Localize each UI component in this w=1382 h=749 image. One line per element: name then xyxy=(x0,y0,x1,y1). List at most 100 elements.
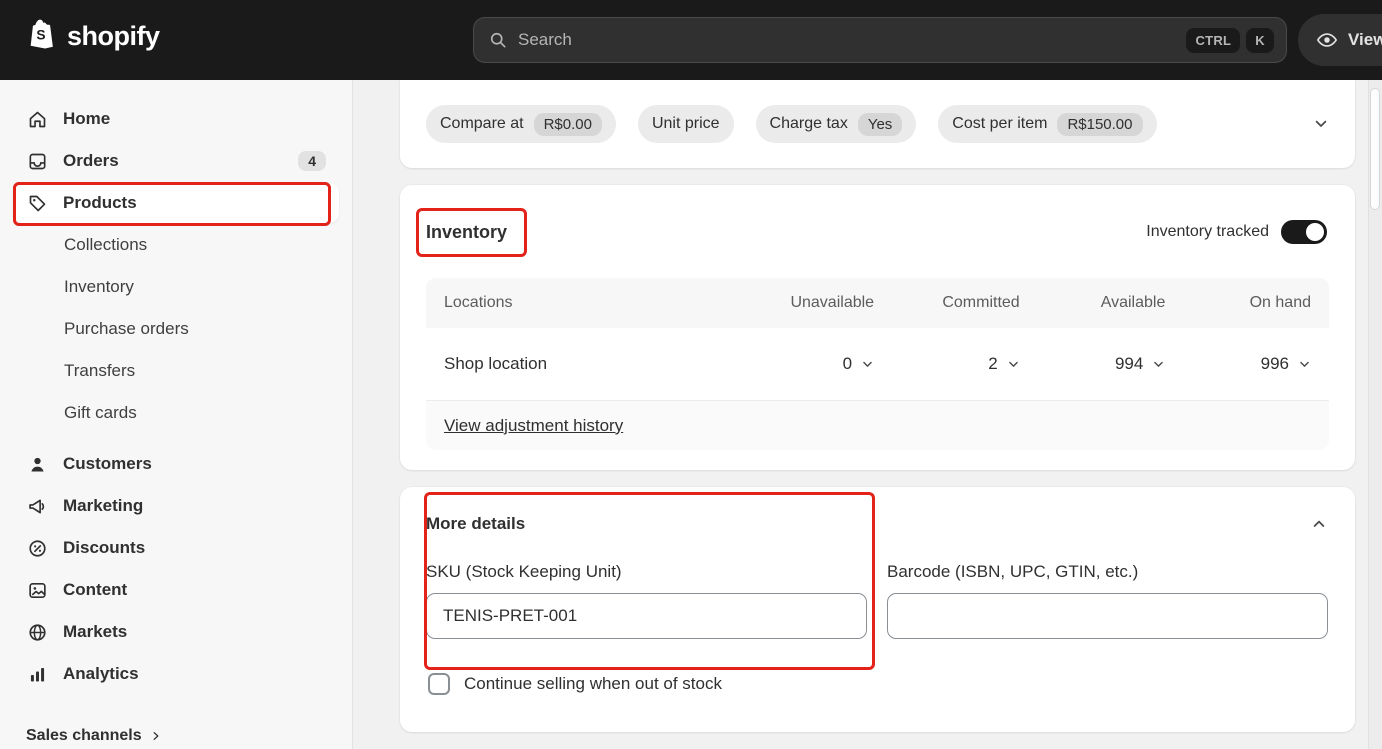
sales-channels-section[interactable]: Sales channels xyxy=(26,727,162,745)
pill-label: Cost per item xyxy=(952,115,1048,132)
sidebar-item-label: Inventory xyxy=(64,277,134,296)
sidebar-item-label: Collections xyxy=(64,235,148,254)
orders-icon xyxy=(26,150,48,172)
sidebar-item-purchase-orders[interactable]: Purchase orders xyxy=(13,309,339,349)
sidebar-nav: Home Orders 4 Products Collections Inven… xyxy=(0,80,352,694)
header-available: Available xyxy=(1100,294,1166,311)
sidebar-item-discounts[interactable]: Discounts xyxy=(13,528,339,568)
toggle-knob xyxy=(1306,223,1324,241)
sidebar: Home Orders 4 Products Collections Inven… xyxy=(0,80,353,749)
checkbox[interactable] xyxy=(428,673,450,695)
header-on-hand: On hand xyxy=(1249,294,1311,311)
topbar: S shopify Search CTRL K View xyxy=(0,0,1382,80)
barcode-label: Barcode (ISBN, UPC, GTIN, etc.) xyxy=(887,562,1139,581)
customers-icon xyxy=(26,453,48,475)
analytics-bars-icon xyxy=(26,663,48,685)
table-row: Shop location 0 2 994 996 xyxy=(426,328,1329,400)
committed-dropdown[interactable]: 2 xyxy=(892,354,1038,374)
more-details-title: More details xyxy=(426,514,526,533)
pricing-card: Compare at R$0.00 Unit price Charge tax … xyxy=(400,80,1355,168)
view-button[interactable]: View xyxy=(1298,14,1382,66)
sidebar-item-collections[interactable]: Collections xyxy=(13,225,339,265)
header-locations: Locations xyxy=(444,294,513,311)
unit-price-pill[interactable]: Unit price xyxy=(637,105,734,143)
barcode-input[interactable] xyxy=(887,593,1328,639)
location-name: Shop location xyxy=(444,354,548,373)
sidebar-item-label: Content xyxy=(63,580,128,599)
sidebar-item-label: Orders xyxy=(63,151,119,170)
sku-input[interactable] xyxy=(426,593,867,639)
sidebar-item-label: Analytics xyxy=(63,664,139,683)
view-adjustment-history-link[interactable]: View adjustment history xyxy=(444,416,623,435)
svg-text:S: S xyxy=(36,28,45,43)
on-hand-dropdown[interactable]: 996 xyxy=(1183,354,1329,374)
inventory-table: Locations Unavailable Committed Availabl… xyxy=(426,278,1329,450)
inventory-tracked-toggle[interactable] xyxy=(1281,220,1327,244)
sidebar-item-inventory[interactable]: Inventory xyxy=(13,267,339,307)
sidebar-item-label: Transfers xyxy=(64,361,136,380)
products-tag-icon xyxy=(26,192,48,214)
inventory-tracked-label: Inventory tracked xyxy=(1146,223,1269,240)
sidebar-item-label: Home xyxy=(63,109,111,128)
sidebar-item-content[interactable]: Content xyxy=(13,570,339,610)
inventory-title: Inventory xyxy=(426,221,508,242)
chevron-down-icon xyxy=(861,358,874,371)
chevron-down-icon xyxy=(1298,358,1311,371)
scrollbar-thumb[interactable] xyxy=(1370,88,1380,210)
committed-value: 2 xyxy=(988,354,998,373)
marketing-megaphone-icon xyxy=(26,495,48,517)
header-unavailable: Unavailable xyxy=(790,294,875,311)
pill-value: Yes xyxy=(857,112,903,136)
on-hand-value: 996 xyxy=(1260,354,1289,373)
chevron-down-icon xyxy=(1007,358,1020,371)
pricing-collapse-button[interactable] xyxy=(1313,116,1329,132)
orders-count-badge: 4 xyxy=(298,151,326,171)
sidebar-item-label: Customers xyxy=(63,454,152,473)
available-value: 994 xyxy=(1114,354,1144,373)
charge-tax-pill[interactable]: Charge tax Yes xyxy=(755,105,917,143)
shopify-bag-icon: S xyxy=(26,18,58,54)
markets-globe-icon xyxy=(26,621,48,643)
sidebar-item-label: Markets xyxy=(63,622,128,641)
sidebar-item-label: Products xyxy=(63,193,137,212)
inventory-card: Inventory Inventory tracked Locations Un… xyxy=(400,185,1355,470)
sidebar-item-markets[interactable]: Markets xyxy=(13,612,339,652)
sidebar-item-label: Marketing xyxy=(63,496,144,515)
pill-label: Compare at xyxy=(440,115,524,132)
key-k: K xyxy=(1246,27,1274,53)
sidebar-item-customers[interactable]: Customers xyxy=(13,444,339,484)
content-image-icon xyxy=(26,579,48,601)
cost-per-item-pill[interactable]: Cost per item R$150.00 xyxy=(938,105,1157,143)
home-icon xyxy=(26,108,48,130)
available-dropdown[interactable]: 994 xyxy=(1038,354,1184,374)
view-button-label: View xyxy=(1348,30,1382,49)
sidebar-item-home[interactable]: Home xyxy=(13,99,339,139)
chevron-right-icon xyxy=(150,730,162,742)
search-input[interactable]: Search CTRL K xyxy=(473,17,1287,63)
search-icon xyxy=(488,30,508,50)
shopify-logo[interactable]: S shopify xyxy=(26,18,160,54)
chevron-down-icon xyxy=(1313,116,1329,132)
sidebar-item-gift-cards[interactable]: Gift cards xyxy=(13,393,339,433)
more-details-collapse-button[interactable] xyxy=(1311,516,1327,532)
compare-at-pill[interactable]: Compare at R$0.00 xyxy=(426,105,616,143)
sidebar-item-transfers[interactable]: Transfers xyxy=(13,351,339,391)
sales-channels-label: Sales channels xyxy=(26,727,142,744)
search-placeholder: Search xyxy=(518,30,572,49)
continue-selling-checkbox-row[interactable]: Continue selling when out of stock xyxy=(428,673,722,695)
table-header-row: Locations Unavailable Committed Availabl… xyxy=(426,278,1329,328)
sidebar-item-label: Purchase orders xyxy=(64,319,189,338)
unavailable-dropdown[interactable]: 0 xyxy=(746,354,892,374)
sidebar-item-marketing[interactable]: Marketing xyxy=(13,486,339,526)
sidebar-item-label: Gift cards xyxy=(64,403,137,422)
sidebar-item-orders[interactable]: Orders 4 xyxy=(13,141,339,181)
checkbox-label: Continue selling when out of stock xyxy=(464,674,722,693)
chevron-down-icon xyxy=(1152,358,1165,371)
pill-value: R$150.00 xyxy=(1057,112,1143,136)
sidebar-item-analytics[interactable]: Analytics xyxy=(13,654,339,694)
scrollbar-track xyxy=(1368,80,1382,749)
brand-wordmark: shopify xyxy=(67,20,160,51)
table-footer-row: View adjustment history xyxy=(426,400,1329,450)
sidebar-item-products[interactable]: Products xyxy=(13,183,339,223)
sku-label: SKU (Stock Keeping Unit) xyxy=(426,562,622,581)
